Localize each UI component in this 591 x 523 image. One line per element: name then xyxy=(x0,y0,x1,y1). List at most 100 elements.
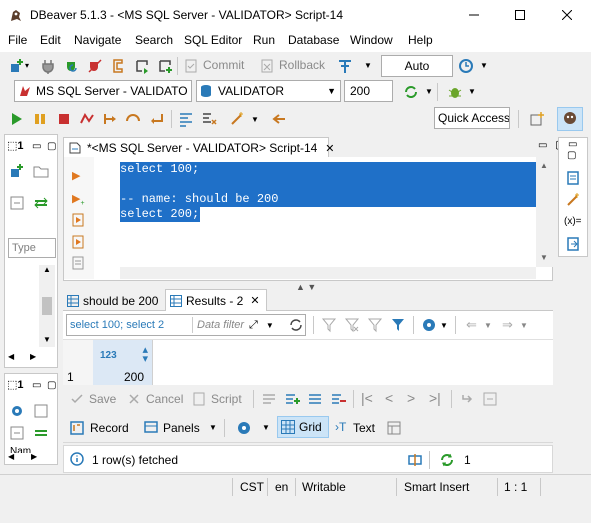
commit-button[interactable]: Commit xyxy=(203,58,244,72)
transaction-mode-dropdown-icon[interactable]: ▼ xyxy=(364,61,372,70)
filter-icon[interactable] xyxy=(321,317,337,333)
scroll-left-icon[interactable]: ◀ xyxy=(8,352,14,361)
history-dropdown-icon[interactable]: ▼ xyxy=(480,61,488,70)
last-page-icon[interactable]: >| xyxy=(429,390,441,406)
link-with-editor-icon[interactable] xyxy=(33,195,49,211)
format-sql-icon[interactable] xyxy=(178,111,194,127)
debug-icon[interactable] xyxy=(447,84,463,100)
refresh-dropdown-icon[interactable]: ▼ xyxy=(425,87,433,96)
add-row-icon[interactable] xyxy=(284,391,300,407)
minimize-panel-icon[interactable]: ▭ xyxy=(568,139,577,150)
first-page-icon[interactable]: |< xyxy=(361,390,373,406)
grid-settings-dropdown-icon[interactable]: ▼ xyxy=(262,423,270,432)
previous-page-icon[interactable]: < xyxy=(385,390,393,406)
sql-editor[interactable]: ▶ ▶+ select 100; -- name: should be 200 … xyxy=(63,157,553,281)
active-filter-icon[interactable] xyxy=(390,317,406,333)
scroll-right-icon[interactable]: ▶ xyxy=(30,352,36,361)
maximize-panel-icon[interactable]: ▢ xyxy=(47,141,56,152)
panels-dropdown-icon[interactable]: ▼ xyxy=(209,423,217,432)
panels-button[interactable]: Panels xyxy=(163,421,200,435)
execute-script-icon[interactable] xyxy=(70,212,86,228)
transaction-mode-icon[interactable] xyxy=(337,58,353,74)
maximize-panel-icon[interactable]: ▢ xyxy=(47,380,56,391)
new-connection-dropdown-icon[interactable]: ▾ xyxy=(25,61,29,70)
script-button[interactable]: Script xyxy=(211,392,242,406)
navigate-back-icon[interactable]: ⇐ xyxy=(466,317,477,333)
menu-edit[interactable]: Edit xyxy=(40,33,61,47)
step-into-icon[interactable] xyxy=(102,111,118,127)
settings-gear-icon[interactable] xyxy=(9,403,25,419)
scroll-down-icon[interactable]: ▼ xyxy=(43,335,51,344)
back-icon[interactable] xyxy=(271,111,287,127)
script-editor-tab[interactable]: *<MS SQL Server - VALIDATOR> Script-14 ✕ xyxy=(63,137,335,158)
navigate-back-dropdown-icon[interactable]: ▼ xyxy=(484,321,492,330)
recent-script-icon[interactable] xyxy=(134,58,150,74)
minimize-panel-icon[interactable]: ▭ xyxy=(32,380,41,391)
editor-text-area[interactable]: select 100; -- name: should be 200 selec… xyxy=(120,157,536,267)
rollback-icon[interactable] xyxy=(259,58,275,74)
text-view-icon[interactable]: ›T xyxy=(335,420,346,434)
layout-icon[interactable] xyxy=(386,420,402,436)
scrollbar-thumb[interactable] xyxy=(42,297,52,315)
editor-vertical-scrollbar[interactable]: ▲ ▼ xyxy=(536,157,553,267)
project-tab-icon[interactable]: ⬚1 xyxy=(7,378,24,391)
fetch-all-icon[interactable] xyxy=(482,391,498,407)
navigate-forward-dropdown-icon[interactable]: ▼ xyxy=(520,321,528,330)
sql-editor-icon[interactable] xyxy=(110,58,126,74)
expand-filter-icon[interactable]: ⤢ xyxy=(249,319,258,332)
apply-filter-icon[interactable] xyxy=(288,317,304,333)
collapse-all-icon[interactable] xyxy=(9,195,25,211)
refresh-icon[interactable] xyxy=(403,84,419,100)
new-connection-icon[interactable] xyxy=(9,163,25,179)
configure-icon[interactable] xyxy=(33,403,49,419)
debug-dropdown-icon[interactable]: ▼ xyxy=(468,87,476,96)
copy-row-icon[interactable] xyxy=(307,391,323,407)
grid-settings-gear-icon[interactable] xyxy=(236,420,252,436)
grid-view-button[interactable]: Grid xyxy=(277,416,329,438)
panels-toggle-icon[interactable] xyxy=(407,452,423,468)
link-with-editor-icon[interactable] xyxy=(33,425,49,441)
save-check-icon[interactable] xyxy=(69,391,85,407)
panels-settings-icon[interactable] xyxy=(421,317,437,333)
wand-icon[interactable] xyxy=(229,111,245,127)
menu-database[interactable]: Database xyxy=(288,33,339,47)
navigate-forward-icon[interactable]: ⇒ xyxy=(502,317,513,333)
record-mode-icon[interactable] xyxy=(69,420,85,436)
delete-row-icon[interactable] xyxy=(330,391,346,407)
templates-wand-icon[interactable] xyxy=(565,192,581,208)
execute-in-new-tab-icon[interactable]: ▶+ xyxy=(72,192,85,207)
navigator-vertical-scrollbar[interactable]: ▲ ▼ xyxy=(39,265,55,347)
disconnect-session-icon[interactable] xyxy=(79,111,95,127)
menu-file[interactable]: File xyxy=(8,33,27,47)
results-grid[interactable]: 123 ▴ ▾ 1 200 xyxy=(63,339,553,386)
next-page-icon[interactable]: > xyxy=(407,390,415,406)
panels-settings-dropdown-icon[interactable]: ▼ xyxy=(440,321,448,330)
column-header[interactable]: 123 ▴ ▾ xyxy=(93,340,153,370)
text-view-button[interactable]: Text xyxy=(353,421,375,435)
scroll-up-icon[interactable]: ▲ xyxy=(540,161,548,170)
close-tab-icon[interactable]: ✕ xyxy=(250,294,259,307)
scroll-up-icon[interactable]: ▲ xyxy=(43,265,51,274)
wand-dropdown-icon[interactable]: ▼ xyxy=(251,115,259,124)
filter-history-dropdown-icon[interactable]: ▼ xyxy=(266,321,274,330)
panels-icon[interactable] xyxy=(143,420,159,436)
save-button[interactable]: Save xyxy=(89,392,116,406)
scroll-left-icon[interactable]: ◀ xyxy=(8,452,14,461)
scroll-down-icon[interactable]: ▼ xyxy=(540,253,548,262)
new-folder-icon[interactable] xyxy=(33,163,49,179)
open-perspective-icon[interactable] xyxy=(529,111,545,127)
menu-run[interactable]: Run xyxy=(253,33,275,47)
outline-icon[interactable] xyxy=(565,170,581,186)
close-button[interactable] xyxy=(544,0,590,30)
menu-search[interactable]: Search xyxy=(135,33,173,47)
commit-icon[interactable] xyxy=(183,58,199,74)
disconnect-icon[interactable] xyxy=(87,58,103,74)
table-cell[interactable]: 200 xyxy=(93,370,153,386)
menu-navigate[interactable]: Navigate xyxy=(74,33,121,47)
auto-commit-button[interactable]: Auto xyxy=(381,55,453,77)
rollback-button[interactable]: Rollback xyxy=(279,58,325,72)
editor-horizontal-scrollbar[interactable] xyxy=(120,267,536,279)
new-connection-icon[interactable] xyxy=(9,58,25,74)
maximize-button[interactable] xyxy=(497,0,543,30)
menu-sql-editor[interactable]: SQL Editor xyxy=(184,33,242,47)
